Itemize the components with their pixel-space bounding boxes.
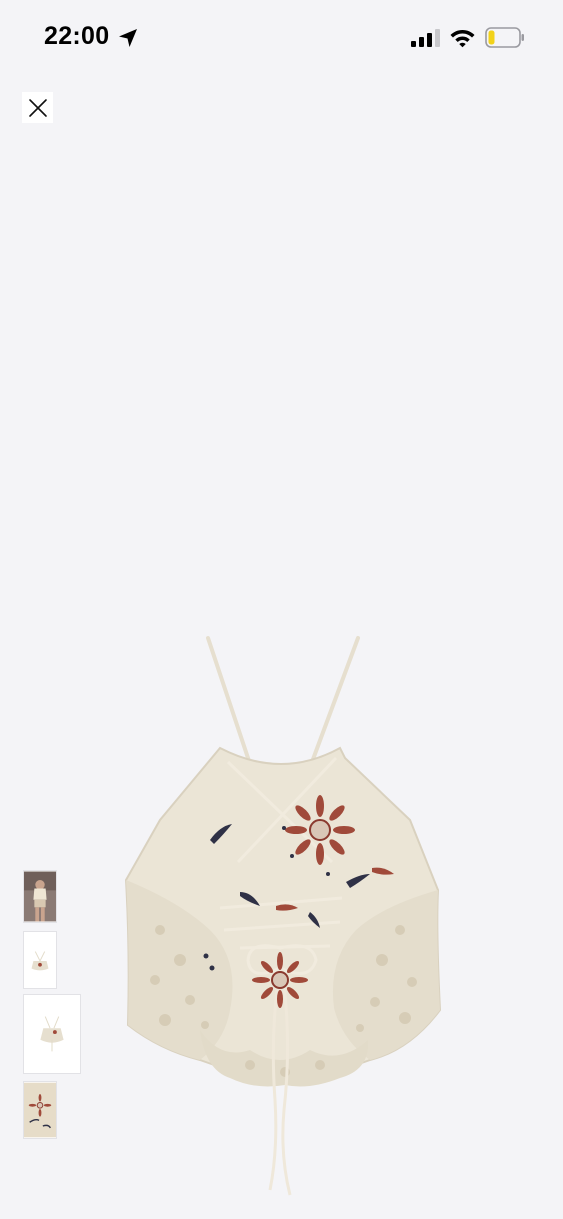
embroidery-detail-image <box>24 1082 56 1138</box>
thumbnail-model-wearing-top[interactable] <box>23 870 57 923</box>
close-icon <box>28 98 47 117</box>
battery-low-icon <box>485 27 524 48</box>
cellular-signal-icon <box>411 29 440 47</box>
model-photo-image <box>24 871 56 922</box>
wifi-icon <box>450 30 475 48</box>
location-arrow-icon <box>119 29 137 47</box>
status-time: 22:00 <box>44 22 110 50</box>
product-image <box>124 636 442 1196</box>
thumbnail-top-back-view[interactable] <box>23 994 81 1074</box>
top-back-image <box>24 995 80 1073</box>
status-bar: 22:00 <box>0 0 563 76</box>
thumbnail-top-front-view[interactable] <box>23 931 57 989</box>
thumbnail-embroidery-detail[interactable] <box>23 1081 57 1139</box>
close-button[interactable] <box>22 92 53 123</box>
top-front-image <box>24 932 56 988</box>
